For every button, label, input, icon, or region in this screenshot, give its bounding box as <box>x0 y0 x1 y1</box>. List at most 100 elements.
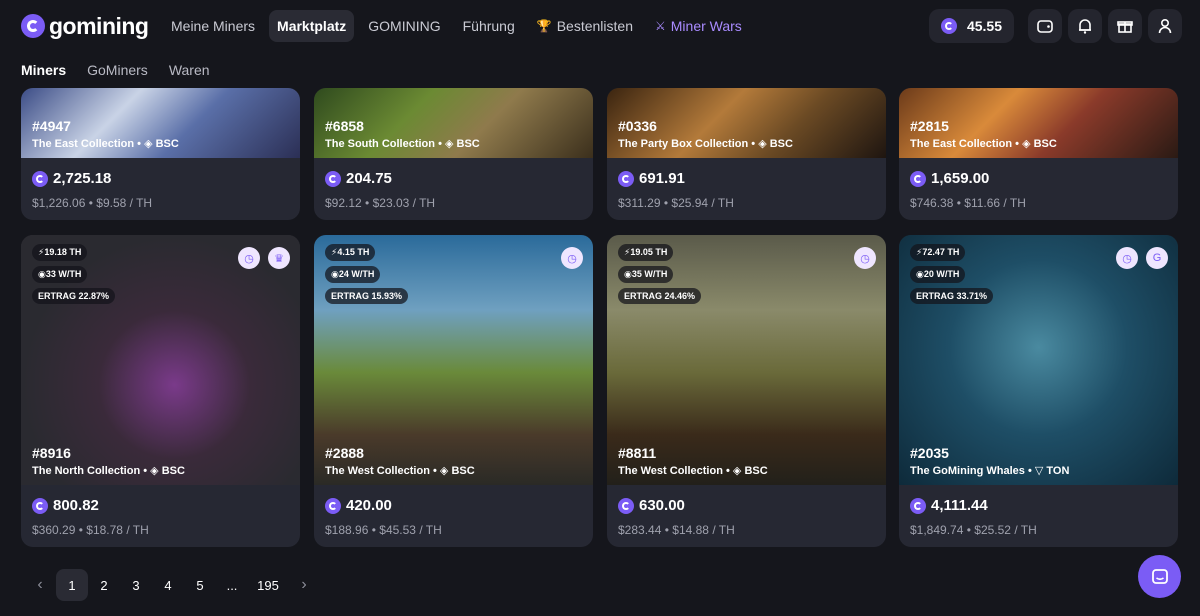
collection-name: The West Collection <box>618 465 723 477</box>
page-button[interactable]: 2 <box>88 569 120 601</box>
efficiency-value: 24 W/TH <box>338 269 375 279</box>
bulb-icon: ◉ <box>331 269 339 279</box>
miner-caption: #2035 The GoMining Whales • ▽ TON <box>910 445 1069 477</box>
miner-info: 204.75 $92.12 • $23.03 / TH <box>314 158 593 210</box>
page-button[interactable]: 5 <box>184 569 216 601</box>
miner-image: ⚡ 19.18 TH ◉ 33 W/TH ERTRAG 22.87% ◷ ♛ #… <box>21 235 300 485</box>
miner-image: #0336 The Party Box Collection • ◈ BSC <box>607 88 886 158</box>
miner-corner-icons: ◷ <box>846 247 876 269</box>
miner-card[interactable]: ⚡ 19.05 TH ◉ 35 W/TH ERTRAG 24.46% ◷ #88… <box>607 235 886 547</box>
price-row: 4,111.44 <box>910 497 1167 514</box>
price-usd-row: $188.96 • $45.53 / TH <box>325 523 582 537</box>
tab-miners[interactable]: Miners <box>21 62 66 78</box>
nav-miner-wars[interactable]: ⚔ Miner Wars <box>647 10 750 42</box>
gomining-coin-icon <box>32 497 48 514</box>
page-button[interactable]: 195 <box>248 569 288 601</box>
tab-waren[interactable]: Waren <box>169 62 210 78</box>
collection-name: The East Collection <box>32 138 135 150</box>
price-usd-row: $360.29 • $18.78 / TH <box>32 523 289 537</box>
chain-icon: ◈ <box>1022 138 1031 150</box>
power-value: 72.47 TH <box>922 247 960 257</box>
gift-button[interactable] <box>1108 9 1142 43</box>
timer-icon[interactable]: ◷ <box>238 247 260 269</box>
timer-icon[interactable]: ◷ <box>1116 247 1138 269</box>
price-per-th: $18.78 / TH <box>86 523 149 537</box>
miner-caption: #2815 The East Collection • ◈ BSC <box>910 118 1057 150</box>
marketplace-subnav: Miners GoMiners Waren <box>0 52 1200 88</box>
chain-name: BSC <box>155 138 179 150</box>
page-button[interactable]: 3 <box>120 569 152 601</box>
timer-icon[interactable]: ◷ <box>561 247 583 269</box>
prev-page-chevron-icon[interactable]: ‹ <box>24 569 56 601</box>
collection-name: The North Collection <box>32 465 141 477</box>
miner-collection: The West Collection • ◈ BSC <box>325 464 475 477</box>
miner-stats: ⚡ 4.15 TH ◉ 24 W/TH ERTRAG 15.93% <box>325 244 409 309</box>
timer-icon[interactable]: ◷ <box>854 247 876 269</box>
notifications-button[interactable] <box>1068 9 1102 43</box>
yield-badge: ERTRAG 24.46% <box>618 288 702 304</box>
miner-id: #2815 <box>910 118 949 134</box>
price-value: 800.82 <box>53 497 99 514</box>
balance-value: 45.55 <box>966 18 1002 34</box>
nav-marktplatz[interactable]: Marktplatz <box>269 10 355 42</box>
gomining-coin-icon <box>325 497 341 514</box>
profile-button[interactable] <box>1148 9 1182 43</box>
miner-card[interactable]: ⚡ 72.47 TH ◉ 20 W/TH ERTRAG 33.71% ◷ G #… <box>899 235 1178 547</box>
miner-card[interactable]: #2815 The East Collection • ◈ BSC 1,659.… <box>899 88 1178 220</box>
nav-bestenlisten-label: Bestenlisten <box>556 18 633 34</box>
nav-meine-miners[interactable]: Meine Miners <box>163 10 263 42</box>
miner-card[interactable]: #0336 The Party Box Collection • ◈ BSC 6… <box>607 88 886 220</box>
gomining-coin-icon <box>910 497 926 514</box>
price-usd-row: $283.44 • $14.88 / TH <box>618 523 875 537</box>
chat-icon <box>1151 568 1168 584</box>
power-value: 19.05 TH <box>630 247 668 257</box>
separator-dot: • <box>137 138 141 150</box>
efficiency-badge: ◉ 33 W/TH <box>32 266 88 283</box>
miner-card[interactable]: ⚡ 19.18 TH ◉ 33 W/TH ERTRAG 22.87% ◷ ♛ #… <box>21 235 300 547</box>
efficiency-badge: ◉ 24 W/TH <box>325 266 381 283</box>
wallet-button[interactable] <box>1028 9 1062 43</box>
balance-display[interactable]: 45.55 <box>928 9 1014 43</box>
miner-info: 4,111.44 $1,849.74 • $25.52 / TH <box>899 485 1178 537</box>
price-usd-row: $1,849.74 • $25.52 / TH <box>910 523 1167 537</box>
page-button[interactable]: 1 <box>56 569 88 601</box>
gomining-badge-icon[interactable]: G <box>1146 247 1168 269</box>
miner-id: #8811 <box>618 445 657 461</box>
miner-collection: The South Collection • ◈ BSC <box>325 137 480 150</box>
user-icon <box>1158 18 1172 34</box>
gomining-coin-icon <box>325 170 341 187</box>
swords-icon: ⚔ <box>655 19 666 33</box>
miner-caption: #8811 The West Collection • ◈ BSC <box>618 445 768 477</box>
gomining-logo[interactable]: gomining <box>21 13 151 40</box>
support-chat-button[interactable] <box>1138 555 1181 598</box>
chain-name: BSC <box>1033 138 1057 150</box>
separator-dot: • <box>725 465 730 477</box>
nav-fuehrung[interactable]: Führung <box>455 10 523 42</box>
nav-miner-wars-label: Miner Wars <box>670 18 742 34</box>
tab-gominers[interactable]: GoMiners <box>87 62 148 78</box>
nav-bestenlisten[interactable]: 🏆 Bestenlisten <box>529 10 641 42</box>
miner-card[interactable]: ⚡ 4.15 TH ◉ 24 W/TH ERTRAG 15.93% ◷ #288… <box>314 235 593 547</box>
miner-collection: The North Collection • ◈ BSC <box>32 464 185 477</box>
price-usd-row: $92.12 • $23.03 / TH <box>325 196 582 210</box>
miner-caption: #2888 The West Collection • ◈ BSC <box>325 445 475 477</box>
bulb-icon: ◉ <box>916 269 924 279</box>
price-value: 1,659.00 <box>931 170 990 187</box>
main-nav: Meine Miners Marktplatz GOMINING Führung… <box>163 10 756 42</box>
hat-icon[interactable]: ♛ <box>268 247 290 269</box>
chain-name: BSC <box>769 138 793 150</box>
efficiency-badge: ◉ 20 W/TH <box>910 266 966 283</box>
price-row: 420.00 <box>325 497 582 514</box>
price-row: 630.00 <box>618 497 875 514</box>
yield-badge: ERTRAG 33.71% <box>910 288 994 304</box>
next-page-chevron-icon[interactable]: › <box>288 569 320 601</box>
separator-dot: • <box>78 523 83 537</box>
gomining-coin-icon <box>910 170 926 187</box>
separator-dot: • <box>1015 138 1019 150</box>
page-button[interactable]: 4 <box>152 569 184 601</box>
pagination: ‹ 1 2 3 4 5 ... 195 › <box>24 569 320 601</box>
nav-gomining[interactable]: GOMINING <box>360 10 448 42</box>
miner-card[interactable]: #4947 The East Collection • ◈ BSC 2,725.… <box>21 88 300 220</box>
miner-card[interactable]: #6858 The South Collection • ◈ BSC 204.7… <box>314 88 593 220</box>
collection-name: The Party Box Collection <box>618 138 749 150</box>
